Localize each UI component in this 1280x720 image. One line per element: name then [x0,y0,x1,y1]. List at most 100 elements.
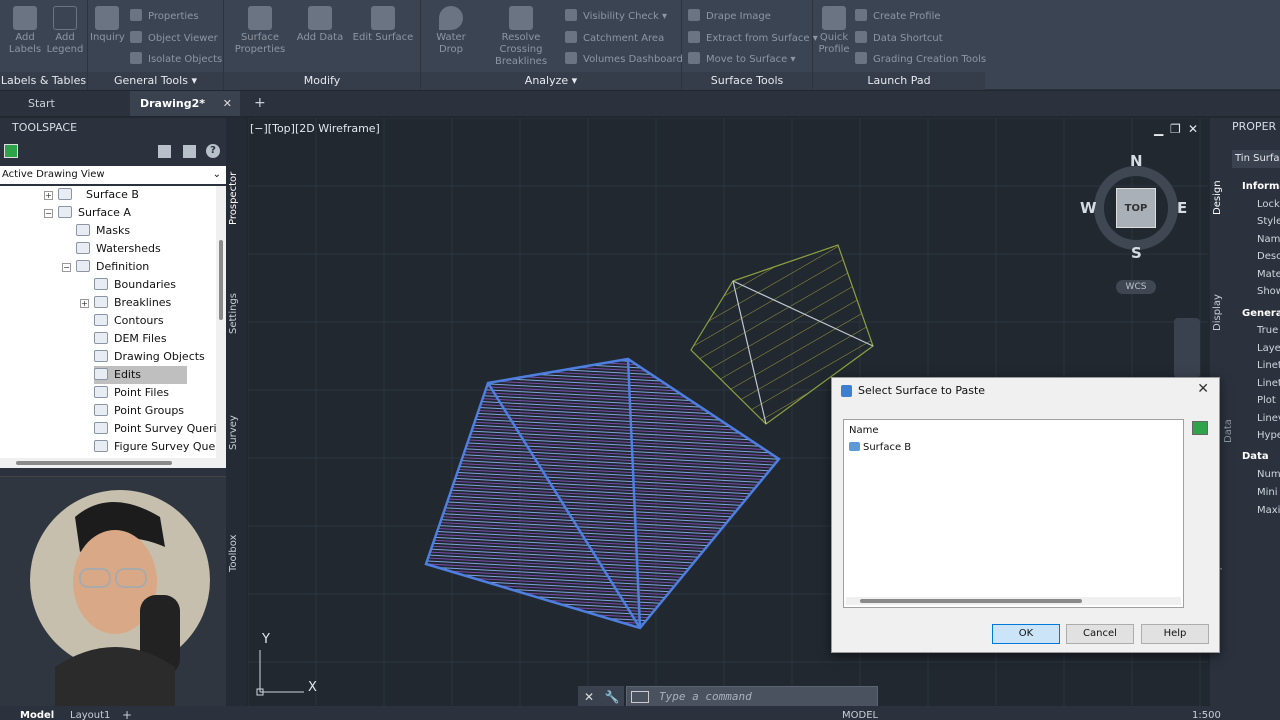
tree-item-point-survey-queries[interactable]: Point Survey Queri... [94,420,216,438]
wcs-menu[interactable]: WCS [1116,280,1156,294]
list-horizontal-scrollbar[interactable] [846,597,1181,605]
compass-east[interactable]: E [1177,199,1187,217]
tab-settings[interactable]: Settings [228,288,244,338]
tree-item-point-groups[interactable]: Point Groups [94,402,184,420]
help-button[interactable]: Help [1141,624,1209,644]
surface-view-icon[interactable] [4,144,18,158]
extract-from-surface-button[interactable]: Extract from Surface ▾ [688,31,818,44]
object-viewer-button[interactable]: Object Viewer [130,31,218,44]
compass-south[interactable]: S [1131,244,1142,262]
tree-item-drawing-objects[interactable]: Drawing Objects [94,348,205,366]
tree-vertical-scrollbar[interactable] [216,186,226,458]
property-row[interactable]: Hype [1257,430,1280,441]
inquiry-button[interactable]: Inquiry [90,6,125,44]
property-row[interactable]: Lock [1257,199,1280,210]
command-input[interactable]: Type a command [626,686,878,708]
tree-item-masks[interactable]: Masks [76,222,130,240]
minimize-icon[interactable]: ▁ [1154,122,1163,136]
tab-survey[interactable]: Survey [228,408,244,458]
section-information[interactable]: Informa [1242,181,1280,192]
resolve-crossing-button[interactable]: Resolve Crossing Breaklines [479,6,563,68]
viewcube-top-face[interactable]: TOP [1116,188,1156,228]
water-drop-button[interactable]: Water Drop [423,6,479,56]
pick-from-drawing-icon[interactable] [1192,421,1208,435]
tab-start[interactable]: Start [0,91,130,116]
property-row[interactable]: Mini [1257,487,1278,498]
property-row[interactable]: Mate [1257,269,1280,280]
tree-item-definition[interactable]: Definition [76,258,149,276]
property-row[interactable]: Laye [1257,343,1280,354]
tree-item-edits[interactable]: Edits [94,366,188,384]
model-space-toggle[interactable]: MODEL [842,710,878,720]
view-dropdown[interactable]: Active Drawing View ⌄ [0,166,226,184]
property-row[interactable]: Style [1257,216,1280,227]
expand-toggle[interactable]: + [80,299,89,308]
add-data-button[interactable]: Add Data [294,6,346,44]
navigation-bar[interactable] [1174,318,1200,378]
property-row[interactable]: Num [1257,469,1280,480]
column-header-name[interactable]: Name [849,425,879,436]
viewcube[interactable]: TOP N S E W [1080,152,1187,262]
customize-wrench-icon[interactable]: 🔧 [600,686,624,708]
object-type-dropdown[interactable]: Tin Surface [1232,150,1280,168]
grading-creation-tools-button[interactable]: Grading Creation Tools [855,52,986,65]
tab-prospector[interactable]: Prospector [228,168,244,228]
tree-item-surface-a[interactable]: Surface A [58,204,131,222]
new-tab-button[interactable]: + [248,91,272,116]
close-tab-icon[interactable]: ✕ [223,91,232,116]
scrollbar-thumb[interactable] [16,461,172,465]
close-command-icon[interactable]: ✕ [578,686,600,708]
tree-item-dem-files[interactable]: DEM Files [94,330,167,348]
command-prompt-icon[interactable] [631,691,649,703]
surface-a-triangulation[interactable] [424,357,781,630]
collapse-toggle[interactable]: − [62,263,71,272]
catchment-area-button[interactable]: Catchment Area [565,31,664,44]
tree-item-point-files[interactable]: Point Files [94,384,169,402]
tab-design[interactable]: Design [1212,178,1228,218]
tab-layout1[interactable]: Layout1 [70,710,110,720]
list-view-icon[interactable] [183,145,196,158]
annotation-scale[interactable]: 1:500 [1192,710,1221,720]
tree-item-contours[interactable]: Contours [94,312,164,330]
property-row[interactable]: Plot [1257,395,1276,406]
properties-button[interactable]: Properties [130,9,199,22]
help-icon[interactable]: ? [206,144,220,158]
property-row[interactable]: Maxi [1257,505,1280,516]
expand-toggle[interactable]: + [44,191,53,200]
close-icon[interactable]: ✕ [1197,381,1209,397]
tree-item-boundaries[interactable]: Boundaries [94,276,176,294]
tab-drawing2[interactable]: Drawing2* ✕ [130,91,240,116]
property-row[interactable]: Nam [1257,234,1280,245]
tree-horizontal-scrollbar[interactable] [0,458,226,468]
tree-item-watersheds[interactable]: Watersheds [76,240,161,258]
panel-title-analyze[interactable]: Analyze ▾ [421,72,681,90]
tab-model[interactable]: Model [20,710,54,720]
move-to-surface-button[interactable]: Move to Surface ▾ [688,52,796,65]
visibility-check-button[interactable]: Visibility Check ▾ [565,9,667,22]
surface-list[interactable]: Name Surface B [843,419,1184,608]
property-row[interactable]: Linet [1257,360,1280,371]
tree-item-figure-survey-queries[interactable]: Figure Survey Que... [94,438,216,456]
restore-icon[interactable]: ❐ [1170,122,1181,136]
property-row[interactable]: Linev [1257,413,1280,424]
tree-item-breaklines[interactable]: Breaklines [94,294,171,312]
property-row[interactable]: Desc [1257,251,1280,262]
tree-view-icon[interactable] [158,145,171,158]
add-layout-icon[interactable]: + [122,708,132,720]
property-row[interactable]: Linet [1257,378,1280,389]
list-item[interactable]: Surface B [849,442,911,453]
property-row[interactable]: Show [1257,286,1280,297]
quick-profile-button[interactable]: Quick Profile [815,6,853,56]
tree-item-surface-b[interactable]: Surface B [58,186,139,204]
data-shortcut-button[interactable]: Data Shortcut [855,31,943,44]
compass-west[interactable]: W [1080,199,1097,217]
tab-toolbox[interactable]: Toolbox [228,528,244,578]
property-row[interactable]: True [1257,325,1278,336]
section-data[interactable]: Data [1242,451,1269,462]
scrollbar-thumb[interactable] [219,240,223,320]
add-labels-button[interactable]: Add Labels [6,6,44,56]
scrollbar-thumb[interactable] [860,599,1082,603]
panel-title-general-tools[interactable]: General Tools ▾ [88,72,223,90]
cancel-button[interactable]: Cancel [1066,624,1134,644]
surface-properties-button[interactable]: Surface Properties [232,6,288,56]
